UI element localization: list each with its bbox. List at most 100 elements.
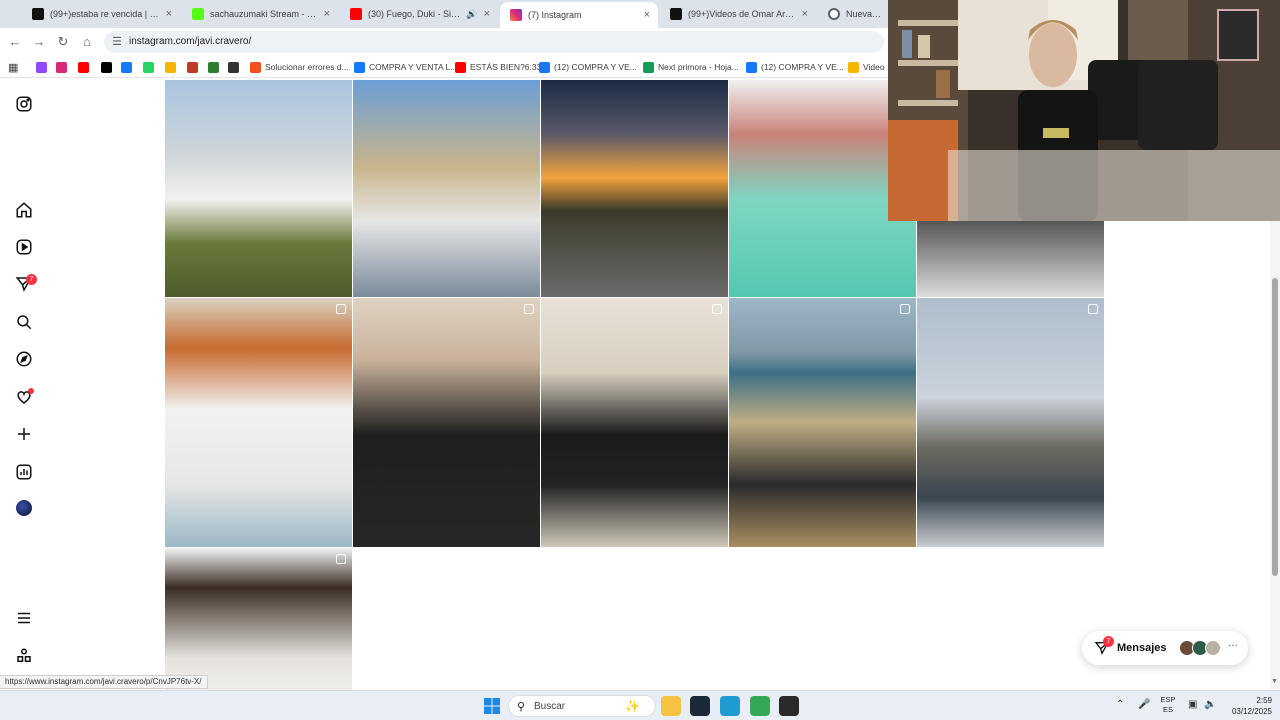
forward-button[interactable]: → bbox=[31, 34, 47, 50]
bookmark-item[interactable]: ESTÁS BIEN?6:33 bbox=[455, 60, 541, 74]
tab-youtube-duki[interactable]: (30) Fuego, Duki - Sigo Fre 🔊 × bbox=[340, 2, 498, 26]
more-dots-icon[interactable]: ··· bbox=[1228, 640, 1238, 651]
bookmark-item[interactable]: Solucionar errores d... bbox=[250, 60, 349, 74]
edge-app-icon[interactable] bbox=[720, 696, 740, 716]
reload-button[interactable]: ↻ bbox=[55, 34, 71, 50]
post-lake[interactable] bbox=[729, 298, 916, 547]
bookmark-item[interactable]: (12) COMPRA Y VE... bbox=[539, 60, 637, 74]
taskbar-search[interactable]: ⚲ Buscar ✨ bbox=[508, 695, 656, 717]
bookmark-item[interactable] bbox=[228, 60, 243, 74]
bookmark-item[interactable] bbox=[208, 60, 223, 74]
bookmark-label: COMPRA Y VENTA L... bbox=[369, 62, 458, 72]
carousel-icon bbox=[524, 304, 534, 314]
tab-title: (99+)Videos de Omar Armando bbox=[688, 9, 796, 19]
post-mate[interactable] bbox=[353, 298, 540, 547]
bookmark-favicon-icon bbox=[539, 61, 550, 73]
kick-icon bbox=[192, 8, 204, 20]
scroll-down-arrow[interactable]: ▼ bbox=[1271, 678, 1278, 685]
close-icon[interactable]: × bbox=[644, 9, 650, 21]
bookmark-favicon-icon bbox=[143, 61, 154, 73]
tab-title: sachauzumaki Stream - Watch bbox=[210, 9, 318, 19]
bookmark-favicon-icon bbox=[455, 61, 466, 73]
volume-icon[interactable]: 🔈 bbox=[1204, 699, 1216, 710]
bookmark-item[interactable]: Next primora - Hoja... bbox=[643, 60, 739, 74]
bookmark-item[interactable] bbox=[143, 60, 158, 74]
site-info-icon[interactable]: ☰ bbox=[112, 35, 122, 48]
create-plus-icon[interactable] bbox=[15, 425, 33, 443]
profile-avatar[interactable] bbox=[16, 500, 32, 516]
post-back[interactable] bbox=[165, 548, 352, 690]
bookmark-item[interactable] bbox=[101, 60, 116, 74]
language-indicator[interactable]: ESP ES bbox=[1158, 695, 1178, 715]
tab-title: (30) Fuego, Duki - Sigo Fre bbox=[368, 9, 462, 19]
windows-start-icon[interactable] bbox=[484, 698, 500, 714]
post-sunset-dog[interactable] bbox=[541, 80, 728, 297]
close-icon[interactable]: × bbox=[324, 8, 330, 20]
tab-title: (99+)estaba re vencida | #kick bbox=[50, 9, 160, 19]
bookmark-item[interactable] bbox=[121, 60, 136, 74]
bookmark-item[interactable] bbox=[56, 60, 71, 74]
chrome-app-icon[interactable] bbox=[750, 696, 770, 716]
close-icon[interactable]: × bbox=[166, 8, 172, 20]
windows-taskbar: ⚲ Buscar ✨ ⌃ 🎤 ESP ES ▣ 🔈 2:59 03/12/202… bbox=[0, 690, 1280, 720]
notification-badge: 7 bbox=[26, 274, 37, 285]
post-taiwan[interactable] bbox=[541, 298, 728, 547]
menu-icon[interactable] bbox=[15, 609, 33, 627]
steam-app-icon[interactable] bbox=[690, 696, 710, 716]
microphone-icon[interactable]: 🎤 bbox=[1138, 699, 1150, 710]
carousel-icon bbox=[336, 304, 346, 314]
back-button[interactable]: ← bbox=[7, 34, 23, 50]
close-icon[interactable]: × bbox=[802, 8, 808, 20]
bookmark-item[interactable]: (12) COMPRA Y VE... bbox=[746, 60, 844, 74]
post-eiffel[interactable] bbox=[917, 298, 1104, 547]
close-icon[interactable]: × bbox=[484, 8, 490, 20]
bookmark-favicon-icon bbox=[354, 61, 365, 73]
bookmark-item[interactable] bbox=[165, 60, 180, 74]
tab-instagram[interactable]: (7) Instagram × bbox=[500, 2, 658, 28]
tab-sachauzumaki[interactable]: sachauzumaki Stream - Watch × bbox=[182, 2, 338, 26]
dashboard-icon[interactable] bbox=[15, 463, 33, 481]
post-couple-wall[interactable] bbox=[353, 80, 540, 297]
instagram-logo-icon[interactable] bbox=[15, 95, 33, 113]
bookmark-item[interactable]: COMPRA Y VENTA L... bbox=[354, 60, 457, 74]
tab-omar-videos[interactable]: (99+)Videos de Omar Armando × bbox=[660, 2, 816, 26]
address-bar[interactable]: ☰ instagram.com/javi.cravero/ bbox=[104, 31, 884, 53]
bookmark-favicon-icon bbox=[78, 61, 89, 73]
clock-time: 2:59 bbox=[1256, 696, 1272, 705]
home-button[interactable]: ⌂ bbox=[79, 34, 95, 50]
show-hidden-icons-chevron[interactable]: ⌃ bbox=[1116, 699, 1124, 710]
file-explorer-icon[interactable] bbox=[661, 696, 681, 716]
reels-icon[interactable] bbox=[15, 238, 33, 256]
bookmark-item[interactable] bbox=[78, 60, 93, 74]
explore-icon[interactable] bbox=[15, 350, 33, 368]
bookmark-item[interactable] bbox=[187, 60, 202, 74]
messages-badge: 7 bbox=[1103, 636, 1114, 647]
scroll-thumb[interactable] bbox=[1272, 278, 1278, 576]
home-icon[interactable] bbox=[15, 201, 33, 219]
more-apps-icon[interactable] bbox=[15, 647, 33, 665]
post-white-hoodie[interactable] bbox=[165, 298, 352, 547]
youtube-icon bbox=[350, 8, 362, 20]
apps-grid-icon[interactable]: ▦ bbox=[8, 60, 18, 74]
tab-new[interactable]: Nueva pestaña bbox=[818, 2, 890, 26]
instagram-sidebar: 7 bbox=[0, 78, 48, 690]
bookmark-label: ESTÁS BIEN?6:33 bbox=[470, 62, 542, 72]
audio-playing-icon[interactable]: 🔊 bbox=[466, 9, 477, 20]
tab-kick[interactable]: (99+)estaba re vencida | #kick × bbox=[22, 2, 180, 26]
link-status-bubble: https://www.instagram.com/javi.cravero/p… bbox=[0, 675, 208, 689]
bookmark-favicon-icon bbox=[101, 61, 112, 73]
tab-title: Nueva pestaña bbox=[846, 9, 882, 19]
system-clock[interactable]: 2:59 03/12/2025 bbox=[1222, 695, 1272, 717]
network-icon[interactable]: ▣ bbox=[1188, 699, 1197, 710]
epic-games-icon[interactable] bbox=[779, 696, 799, 716]
url-text[interactable]: instagram.com/javi.cravero/ bbox=[129, 36, 251, 47]
post-car[interactable] bbox=[165, 80, 352, 297]
bookmark-favicon-icon bbox=[208, 61, 219, 73]
webcam-overlay bbox=[888, 0, 1280, 221]
bookmark-favicon-icon bbox=[228, 61, 239, 73]
messages-button[interactable]: 7 Mensajes ··· bbox=[1082, 631, 1248, 665]
carousel-icon bbox=[1088, 304, 1098, 314]
search-icon[interactable] bbox=[15, 313, 33, 331]
bookmark-item[interactable] bbox=[36, 60, 51, 74]
search-icon: ⚲ bbox=[517, 701, 526, 713]
